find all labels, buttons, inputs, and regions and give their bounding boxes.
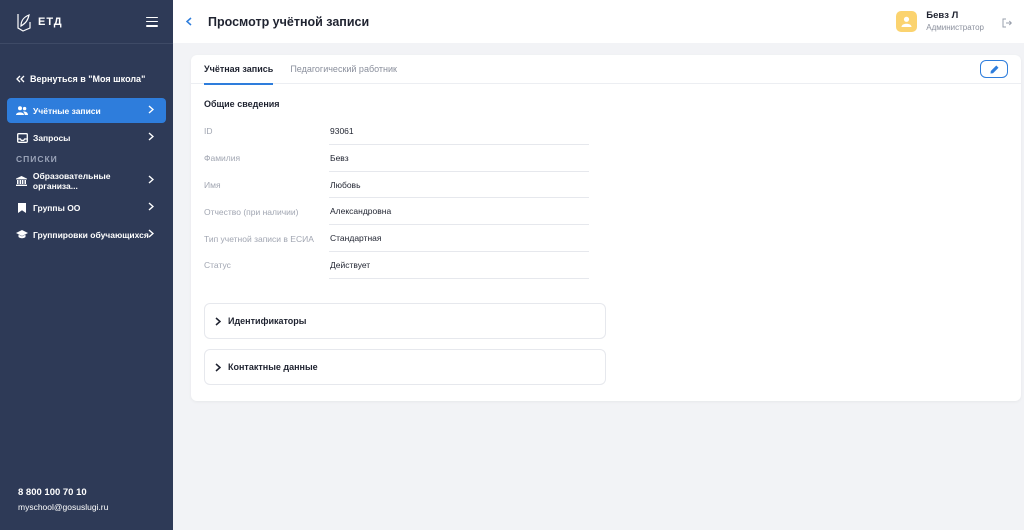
support-phone[interactable]: 8 800 100 70 10 (18, 487, 108, 498)
logo-text: ЕТД (38, 15, 63, 28)
chevron-right-icon (148, 175, 154, 184)
general-info-fields: ID 93061 Фамилия Бевз Имя Любовь Отчеств… (191, 118, 1021, 279)
field-surname: Фамилия Бевз (191, 145, 1021, 172)
sidebar-item-organizations[interactable]: Образовательные организа... (7, 168, 166, 193)
sidebar-item-label: Группы ОО (33, 202, 81, 213)
sidebar-item-label: Запросы (33, 132, 71, 143)
sidebar-item-accounts[interactable]: Учётные записи (7, 98, 166, 123)
sidebar-item-label: Учётные записи (33, 105, 101, 116)
field-value: Действует (329, 252, 589, 279)
user-role: Администратор (926, 23, 984, 32)
field-name: Имя Любовь (191, 172, 1021, 199)
chevron-right-icon (148, 229, 154, 238)
institution-icon (16, 175, 28, 186)
user-icon (901, 16, 912, 27)
sidebar-item-label: Группировки обучающихся (33, 229, 149, 240)
hamburger-menu-icon[interactable] (146, 16, 158, 27)
field-value: Александровна (329, 198, 589, 226)
field-patronymic: Отчество (при наличии) Александровна (191, 198, 1021, 226)
field-value: 93061 (329, 118, 589, 145)
graduation-cap-icon (16, 230, 28, 239)
edit-button[interactable] (980, 60, 1008, 78)
users-icon (16, 106, 28, 115)
sidebar: ЕТД Вернуться в "Моя школа" Учётные запи… (0, 0, 173, 530)
field-value: Бевз (329, 145, 589, 172)
accordion-contacts[interactable]: Контактные данные (204, 349, 606, 385)
chevron-right-icon (215, 316, 221, 326)
field-label: Отчество (при наличии) (204, 206, 299, 217)
account-card: Учётная запись Педагогический работник О… (191, 55, 1021, 401)
user-name: Бевз Л (926, 10, 959, 21)
double-chevron-left-icon (16, 75, 25, 83)
field-value: Любовь (329, 172, 589, 199)
inbox-icon (16, 132, 28, 143)
field-status: Статус Действует (191, 252, 1021, 279)
tab-teacher[interactable]: Педагогический работник (290, 55, 397, 84)
sidebar-item-groups[interactable]: Группы ОО (7, 195, 166, 220)
field-value: Стандартная (329, 225, 589, 252)
sidebar-footer: 8 800 100 70 10 myschool@gosuslugi.ru (18, 487, 108, 512)
back-button[interactable] (185, 14, 206, 29)
field-label: Имя (204, 179, 221, 190)
field-label: Тип учетной записи в ЕСИА (204, 233, 314, 244)
section-title-general: Общие сведения (204, 99, 280, 109)
chevron-right-icon (148, 105, 154, 114)
sidebar-item-label: Образовательные организа... (32, 170, 111, 191)
accordion-label: Идентификаторы (228, 316, 307, 326)
back-link-label: Вернуться в "Моя школа" (30, 74, 146, 84)
field-label: Статус (204, 260, 231, 271)
logo-icon (17, 13, 31, 32)
field-label: Фамилия (204, 153, 241, 164)
section-title-lists: СПИСКИ (16, 154, 58, 164)
field-id: ID 93061 (191, 118, 1021, 145)
logout-icon (1002, 18, 1013, 28)
field-account-type: Тип учетной записи в ЕСИА Стандартная (191, 225, 1021, 252)
tabs: Учётная запись Педагогический работник (191, 55, 1021, 85)
chevron-right-icon (148, 132, 154, 141)
page-title: Просмотр учётной записи (208, 14, 370, 29)
tab-account[interactable]: Учётная запись (204, 55, 274, 85)
sidebar-item-student-groupings[interactable]: Группировки обучающихся (7, 222, 166, 247)
accordion-identifiers[interactable]: Идентификаторы (204, 303, 606, 339)
accordion-label: Контактные данные (228, 362, 318, 372)
field-label: ID (204, 126, 213, 137)
logout-button[interactable] (1002, 15, 1013, 33)
back-to-my-school-link[interactable]: Вернуться в "Моя школа" (0, 61, 173, 97)
chevron-left-icon (185, 17, 192, 26)
avatar[interactable] (896, 10, 918, 32)
pencil-icon (990, 65, 998, 73)
chevron-right-icon (215, 362, 221, 372)
chevron-right-icon (148, 202, 154, 211)
sidebar-item-requests[interactable]: Запросы (7, 125, 166, 150)
bookmark-icon (18, 202, 26, 213)
page-header: Просмотр учётной записи Бевз Л Администр… (173, 0, 1024, 43)
support-email[interactable]: myschool@gosuslugi.ru (18, 502, 108, 512)
logo-row: ЕТД (0, 0, 173, 44)
user-profile[interactable]: Бевз Л Администратор (896, 10, 984, 32)
